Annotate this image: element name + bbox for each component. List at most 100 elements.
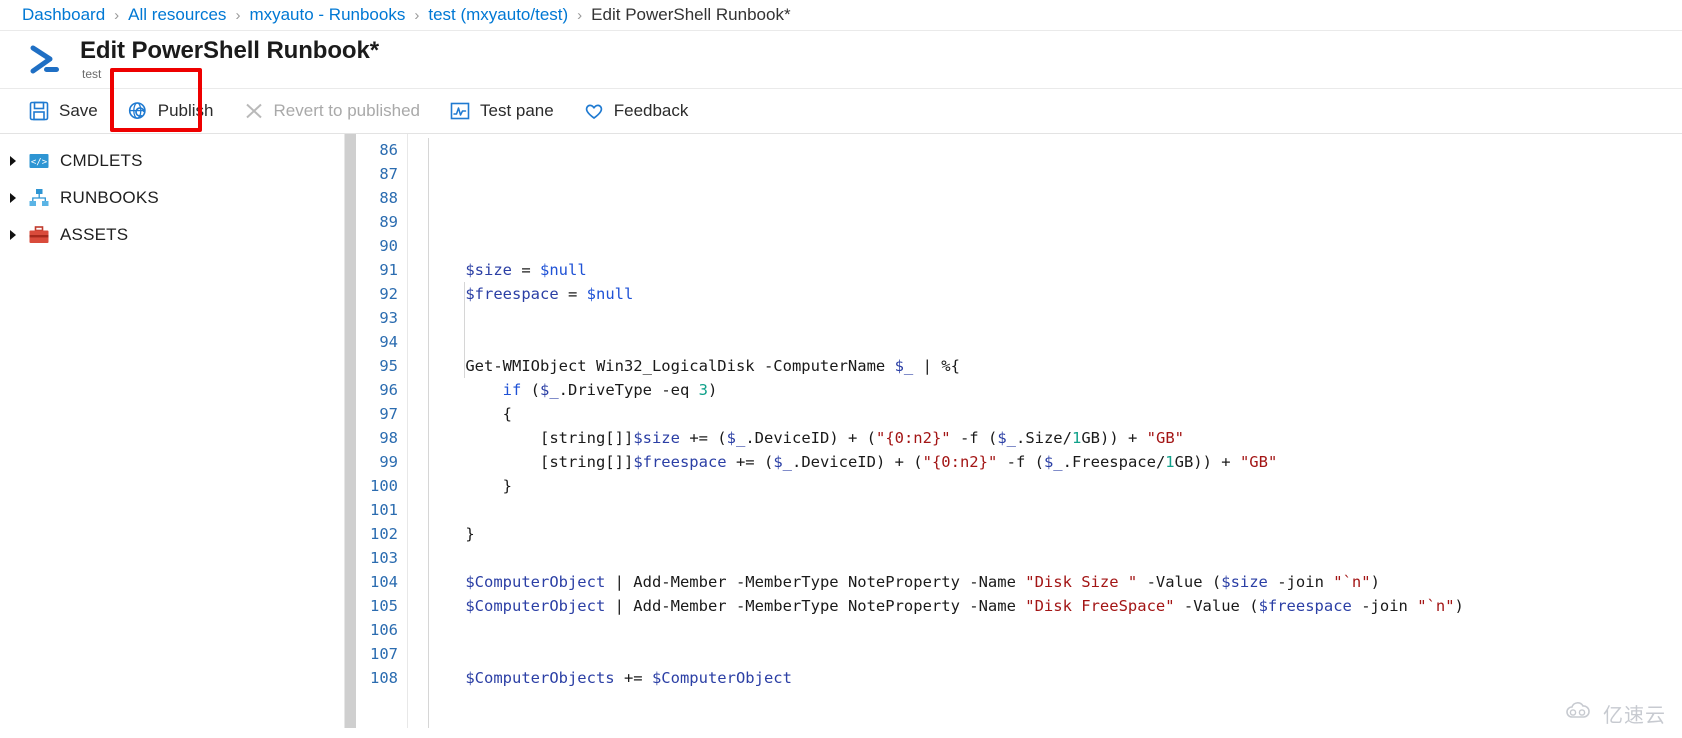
code-token: -Value ( <box>1137 573 1222 591</box>
code-line[interactable]: [string[]]$freespace += ($_.DeviceID) + … <box>428 450 1682 474</box>
chevron-right-icon[interactable] <box>4 229 22 241</box>
sidebar-scrollbar-thumb[interactable] <box>345 134 356 728</box>
code-token: -join <box>1351 597 1418 615</box>
code-token: += ( <box>726 453 774 471</box>
code-line[interactable]: } <box>428 474 1682 498</box>
code-line[interactable] <box>428 618 1682 642</box>
close-x-icon <box>243 100 265 122</box>
code-line[interactable]: if ($_.DriveType -eq 3) <box>428 378 1682 402</box>
code-token: ) <box>708 381 718 399</box>
code-token: { <box>428 405 512 423</box>
code-line[interactable] <box>428 234 1682 258</box>
breadcrumb-separator: › <box>577 6 583 24</box>
code-line[interactable] <box>428 546 1682 570</box>
code-token: Get-WMIObject Win32_LogicalDisk -Compute… <box>428 357 895 375</box>
code-token: | Add-Member -MemberType NoteProperty -N… <box>605 597 1026 615</box>
code-token: += <box>614 669 652 687</box>
command-toolbar: Save Publish Revert to published Test pa… <box>0 68 1682 134</box>
sidebar-item-assets[interactable]: ASSETS <box>0 216 344 253</box>
code-line[interactable] <box>428 306 1682 330</box>
code-token: $_ <box>894 357 914 375</box>
breadcrumb-item-1[interactable]: Dashboard <box>22 5 105 25</box>
code-line[interactable]: $ComputerObjects += $ComputerObject <box>428 666 1682 690</box>
line-number: 102 <box>370 525 398 543</box>
line-number: 88 <box>379 189 398 207</box>
line-number: 95 <box>379 357 398 375</box>
code-brackets-icon: </> <box>28 150 50 172</box>
code-token: "`n" <box>1333 573 1371 591</box>
code-token: $_ <box>773 453 792 471</box>
indent-guide <box>428 138 429 728</box>
code-line[interactable]: Get-WMIObject Win32_LogicalDisk -Compute… <box>428 354 1682 378</box>
code-line[interactable]: } <box>428 522 1682 546</box>
breadcrumb-item-4[interactable]: test (mxyauto/test) <box>428 5 568 25</box>
line-number: 104 <box>370 573 398 591</box>
test-pane-button[interactable]: Test pane <box>449 89 567 134</box>
publish-button[interactable]: Publish <box>127 89 227 134</box>
code-token: } <box>428 477 512 495</box>
code-line[interactable]: $freespace = $null <box>428 282 1682 306</box>
resource-sidebar: </> CMDLETS RUNBOOKS ASSETS <box>0 134 345 728</box>
code-token: $freespace <box>1258 597 1352 615</box>
line-number: 91 <box>379 261 398 279</box>
code-token: GB)) + <box>1081 429 1147 447</box>
code-token: "{0:n2}" <box>922 453 998 471</box>
code-line[interactable]: [string[]]$size += ($_.DeviceID) + ("{0:… <box>428 426 1682 450</box>
line-number: 99 <box>379 453 398 471</box>
test-pane-label: Test pane <box>480 101 554 120</box>
code-token: $ComputerObject <box>465 573 606 591</box>
code-token: if <box>502 381 522 399</box>
sidebar-item-label: RUNBOOKS <box>60 187 159 207</box>
line-number: 86 <box>379 141 398 159</box>
line-number: 105 <box>370 597 398 615</box>
code-line[interactable]: $ComputerObject | Add-Member -MemberType… <box>428 594 1682 618</box>
code-line[interactable] <box>428 714 1682 728</box>
line-number: 103 <box>370 549 398 567</box>
breadcrumb-item-3[interactable]: mxyauto - Runbooks <box>249 5 405 25</box>
line-number: 101 <box>370 501 398 519</box>
code-content[interactable]: $size = $null $freespace = $null Get-WMI… <box>408 134 1682 728</box>
code-line[interactable] <box>428 642 1682 666</box>
code-token: ) <box>1454 597 1464 615</box>
code-token: $null <box>540 261 587 279</box>
code-token: $_ <box>726 429 746 447</box>
chevron-right-icon[interactable] <box>4 192 22 204</box>
chevron-right-icon[interactable] <box>4 155 22 167</box>
line-number-gutter: 86 87 88 89 90 91 92 93 94 95 96 97 98 99 100 101 102 103… <box>356 134 408 728</box>
sidebar-item-runbooks[interactable]: RUNBOOKS <box>0 179 344 216</box>
code-line[interactable]: $size = $null <box>428 258 1682 282</box>
code-line[interactable]: { <box>428 402 1682 426</box>
code-line[interactable] <box>428 330 1682 354</box>
code-line[interactable]: $ComputerObject | Add-Member -MemberType… <box>428 570 1682 594</box>
line-number: 94 <box>379 333 398 351</box>
breadcrumb-item-2[interactable]: All resources <box>128 5 226 25</box>
line-number: 100 <box>370 477 398 495</box>
revert-label: Revert to published <box>273 101 420 120</box>
code-editor[interactable]: 86 87 88 89 90 91 92 93 94 95 96 97 98 99 100 101 102 103… <box>356 134 1682 728</box>
code-token: += ( <box>679 429 727 447</box>
code-line[interactable] <box>428 690 1682 714</box>
save-button[interactable]: Save <box>28 89 111 134</box>
code-token: "GB" <box>1239 453 1278 471</box>
line-number: 107 <box>370 645 398 663</box>
code-token: 1 <box>1071 429 1082 447</box>
breadcrumb-separator: › <box>114 6 120 24</box>
code-token: $ComputerObject <box>465 597 606 615</box>
runbook-editor-page: Dashboard › All resources › mxyauto - Runboo… <box>0 0 1682 738</box>
feedback-button[interactable]: Feedback <box>583 89 702 134</box>
code-line[interactable] <box>428 498 1682 522</box>
code-token: 3 <box>698 381 708 399</box>
code-token: $freespace <box>465 285 559 303</box>
sidebar-item-cmdlets[interactable]: </> CMDLETS <box>0 142 344 179</box>
sidebar-scrollbar[interactable] <box>345 134 356 728</box>
code-token: .Size/ <box>1015 429 1072 447</box>
code-token: } <box>428 525 475 543</box>
code-token: = <box>558 285 587 303</box>
code-token: $ComputerObject <box>651 669 792 687</box>
hierarchy-icon <box>28 187 50 209</box>
